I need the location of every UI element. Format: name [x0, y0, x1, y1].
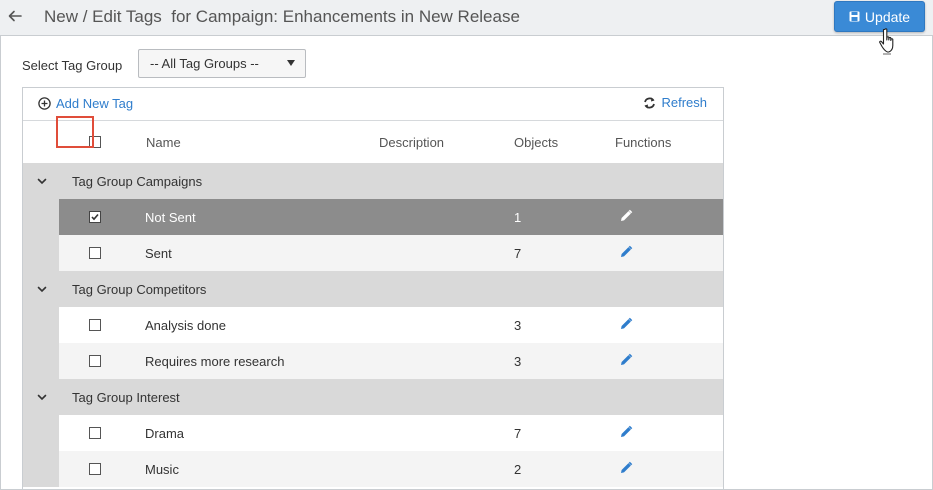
- tag-objects-count: 3: [514, 318, 522, 333]
- tag-name: Not Sent: [145, 210, 196, 225]
- page-header: New / Edit Tags for Campaign: Enhancemen…: [0, 0, 933, 36]
- tag-checkbox[interactable]: [89, 355, 101, 367]
- chevron-down-icon[interactable]: [36, 283, 48, 295]
- row-indent-gutter: [23, 307, 59, 343]
- refresh-label: Refresh: [661, 95, 707, 110]
- tag-checkbox[interactable]: [89, 463, 101, 475]
- save-icon: [849, 11, 860, 22]
- column-header-description: Description: [379, 135, 445, 150]
- column-header-name: Name: [146, 135, 181, 150]
- tag-checkbox[interactable]: [89, 319, 101, 331]
- edit-pencil-icon[interactable]: [619, 461, 633, 475]
- add-new-tag-button[interactable]: Add New Tag: [38, 96, 133, 111]
- tag-objects-count: 7: [514, 246, 522, 261]
- row-indent-gutter: [23, 199, 59, 235]
- tag-group-label: Select Tag Group: [22, 58, 123, 73]
- row-indent-gutter: [23, 343, 59, 379]
- tags-toolbar: Add New Tag Refresh: [23, 88, 723, 121]
- tag-checkbox[interactable]: [89, 427, 101, 439]
- tag-row[interactable]: Not Sent 1: [59, 199, 723, 235]
- tag-checkbox[interactable]: [89, 211, 101, 223]
- row-indent-gutter: [23, 235, 59, 271]
- tag-name: Requires more research: [145, 354, 285, 369]
- edit-pencil-icon[interactable]: [619, 317, 633, 331]
- tag-row[interactable]: Music 2: [59, 451, 723, 487]
- tag-row[interactable]: Requires more research 3: [59, 343, 723, 379]
- tag-name: Sent: [145, 246, 172, 261]
- edit-pencil-icon[interactable]: [619, 425, 633, 439]
- tag-name: Music: [145, 462, 179, 477]
- edit-pencil-icon[interactable]: [619, 353, 633, 367]
- table-header: Name Description Objects Functions: [23, 121, 723, 163]
- tag-group-row[interactable]: Tag Group Interest: [23, 379, 723, 415]
- tag-row[interactable]: Analysis done 3: [59, 307, 723, 343]
- tag-group-select[interactable]: -- All Tag Groups --: [138, 49, 306, 78]
- page-title: New / Edit Tags for Campaign: Enhancemen…: [44, 7, 520, 26]
- refresh-button[interactable]: Refresh: [643, 95, 707, 110]
- column-header-objects: Objects: [514, 135, 559, 150]
- row-indent-gutter: [23, 451, 59, 487]
- refresh-icon: [644, 96, 656, 109]
- tag-objects-count: 2: [514, 462, 522, 477]
- add-new-tag-label: Add New Tag: [56, 96, 134, 111]
- chevron-down-icon: [287, 60, 295, 66]
- plus-circle-icon: [38, 97, 51, 110]
- chevron-down-icon[interactable]: [36, 175, 48, 187]
- tag-group-name: Tag Group Competitors: [72, 282, 207, 297]
- tag-objects-count: 7: [514, 426, 522, 441]
- tag-name: Analysis done: [145, 318, 226, 333]
- column-header-functions: Functions: [615, 135, 672, 150]
- edit-pencil-icon[interactable]: [619, 209, 633, 223]
- back-arrow-icon[interactable]: [7, 8, 23, 24]
- tags-panel: Add New Tag Refresh Name Description Obj…: [22, 87, 724, 490]
- tag-objects-count: 1: [514, 210, 522, 225]
- highlight-annotation: [56, 116, 94, 148]
- tag-name: Drama: [145, 426, 185, 441]
- update-button-label: Update: [864, 8, 911, 25]
- hand-cursor-icon: [879, 28, 894, 55]
- tag-row[interactable]: Sent 7: [59, 235, 723, 271]
- row-indent-gutter: [23, 415, 59, 451]
- tag-checkbox[interactable]: [89, 247, 101, 259]
- tag-group-row[interactable]: Tag Group Campaigns: [23, 163, 723, 199]
- tag-group-row[interactable]: Tag Group Competitors: [23, 271, 723, 307]
- edit-pencil-icon[interactable]: [619, 245, 633, 259]
- chevron-down-icon[interactable]: [36, 391, 48, 403]
- tag-group-name: Tag Group Interest: [72, 390, 180, 405]
- tag-row[interactable]: Drama 7: [59, 415, 723, 451]
- tag-group-selected-value: -- All Tag Groups --: [150, 56, 259, 71]
- tag-objects-count: 3: [514, 354, 522, 369]
- tag-group-name: Tag Group Campaigns: [72, 174, 203, 189]
